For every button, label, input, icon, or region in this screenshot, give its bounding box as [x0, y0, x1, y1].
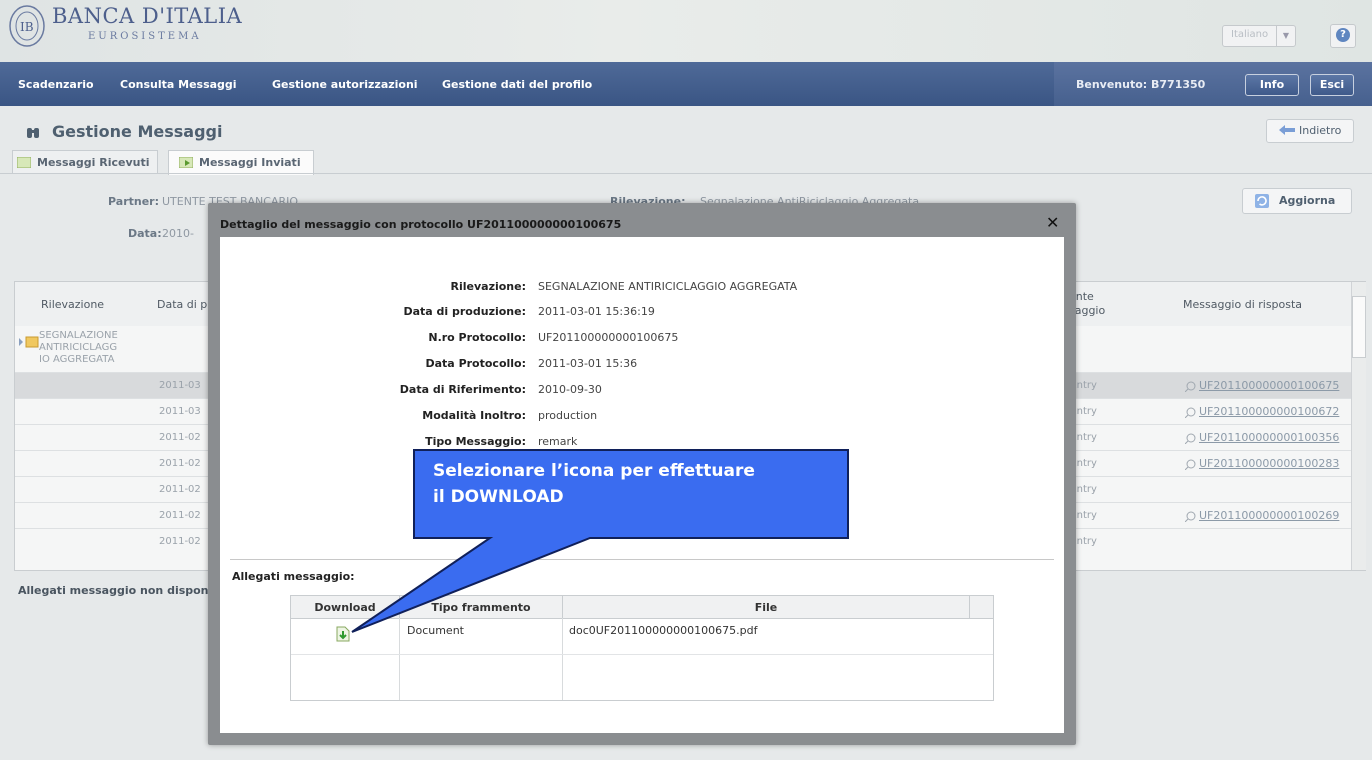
tab-messaggi-inviati[interactable]: Messaggi Inviati	[168, 150, 314, 175]
reply-link[interactable]: UF201100000000100356	[1199, 431, 1339, 444]
magnifier-icon	[1185, 407, 1196, 418]
row-date: 2011-02	[159, 432, 201, 443]
partner-label: Partner:	[108, 195, 159, 208]
dialog-title: Dettaglio del messaggio con protocollo U…	[220, 218, 622, 231]
row-line	[291, 654, 993, 655]
field-label: Data di produzione:	[403, 305, 526, 318]
magnifier-icon	[1185, 433, 1196, 444]
field-value: UF201100000000100675	[538, 331, 679, 344]
nav-consulta-messaggi[interactable]: Consulta Messaggi	[120, 78, 237, 91]
nav-gestione-autorizzazioni[interactable]: Gestione autorizzazioni	[272, 78, 418, 91]
data-label: Data:	[128, 227, 162, 240]
close-icon[interactable]: ✕	[1046, 213, 1059, 232]
language-select[interactable]: Italiano ▼	[1222, 25, 1296, 47]
tab-messaggi-ricevuti[interactable]: Messaggi Ricevuti	[12, 150, 158, 173]
callout-text: Selezionare l’icona per effettuare il DO…	[433, 461, 755, 507]
tab-label: Messaggi Inviati	[199, 156, 301, 169]
main-nav: Scadenzario Consulta Messaggi Gestione a…	[0, 62, 1372, 106]
col-rilevazione[interactable]: Rilevazione	[15, 282, 146, 326]
group-label[interactable]: SEGNALAZIONE ANTIRICICLAGG IO AGGREGATA	[39, 330, 118, 366]
refresh-icon	[1255, 194, 1269, 208]
brand-title: BANCA D'ITALIA	[52, 4, 243, 28]
folder-icon	[19, 336, 39, 348]
no-attachments-label: Allegati messaggio non disponi	[18, 584, 213, 597]
field-value: 2011-03-01 15:36:19	[538, 305, 655, 318]
info-button[interactable]: Info	[1245, 74, 1299, 96]
row-date: 2011-03	[159, 380, 201, 391]
back-button[interactable]: Indietro	[1266, 119, 1354, 143]
welcome-user: Benvenuto: B771350	[1076, 78, 1206, 91]
field-label: Data di Riferimento:	[399, 383, 526, 396]
field-value: SEGNALAZIONE ANTIRICICLAGGIO AGGREGATA	[538, 280, 798, 293]
language-label: Italiano	[1231, 29, 1269, 40]
col-messaggio-risposta[interactable]: Messaggio di risposta	[1145, 282, 1352, 326]
tab-divider	[0, 173, 1372, 174]
field-value: 2010-09-30	[538, 383, 602, 396]
outbox-icon	[179, 157, 193, 168]
col-spacer	[970, 596, 993, 619]
attachments-title: Allegati messaggio:	[232, 570, 355, 583]
page-title: Gestione Messaggi	[52, 122, 223, 141]
data-value: 2010-	[162, 227, 194, 240]
reply-link[interactable]: UF201100000000100269	[1199, 509, 1339, 522]
field-label: N.ro Protocollo:	[428, 331, 526, 344]
scrollbar-thumb[interactable]	[1352, 296, 1366, 358]
bank-logo-icon: IB	[9, 5, 45, 47]
row-date: 2011-03	[159, 406, 201, 417]
row-date: 2011-02	[159, 484, 201, 495]
tab-label: Messaggi Ricevuti	[37, 156, 150, 169]
magnifier-icon	[1185, 511, 1196, 522]
refresh-label: Aggiorna	[1279, 194, 1336, 207]
reply-link[interactable]: UF201100000000100283	[1199, 457, 1339, 470]
svg-text:IB: IB	[20, 20, 34, 34]
row-date: 2011-02	[159, 510, 201, 521]
top-header: IB BANCA D'ITALIA EUROSISTEMA Italiano ▼…	[0, 0, 1372, 62]
help-icon: ?	[1336, 28, 1350, 42]
magnifier-icon	[1185, 459, 1196, 470]
chevron-down-icon: ▼	[1276, 26, 1295, 46]
magnifier-icon	[1185, 381, 1196, 392]
reply-link[interactable]: UF201100000000100675	[1199, 379, 1339, 392]
back-label: Indietro	[1299, 124, 1342, 137]
nav-gestione-profilo[interactable]: Gestione dati del profilo	[442, 78, 592, 91]
brand-subtitle: EUROSISTEMA	[88, 31, 202, 42]
reply-link[interactable]: UF201100000000100672	[1199, 405, 1339, 418]
row-date: 2011-02	[159, 458, 201, 469]
field-label: Data Protocollo:	[425, 357, 527, 370]
field-label: Modalità Inoltro:	[422, 409, 526, 422]
field-label: Rilevazione:	[450, 280, 527, 293]
row-date: 2011-02	[159, 536, 201, 547]
help-button[interactable]: ?	[1330, 24, 1356, 48]
field-value: 2011-03-01 15:36	[538, 357, 638, 370]
refresh-button[interactable]: Aggiorna	[1242, 188, 1352, 214]
field-value: production	[538, 409, 598, 422]
exit-button[interactable]: Esci	[1310, 74, 1354, 96]
arrow-left-icon	[1279, 125, 1295, 135]
inbox-icon	[17, 157, 31, 168]
nav-scadenzario[interactable]: Scadenzario	[18, 78, 94, 91]
